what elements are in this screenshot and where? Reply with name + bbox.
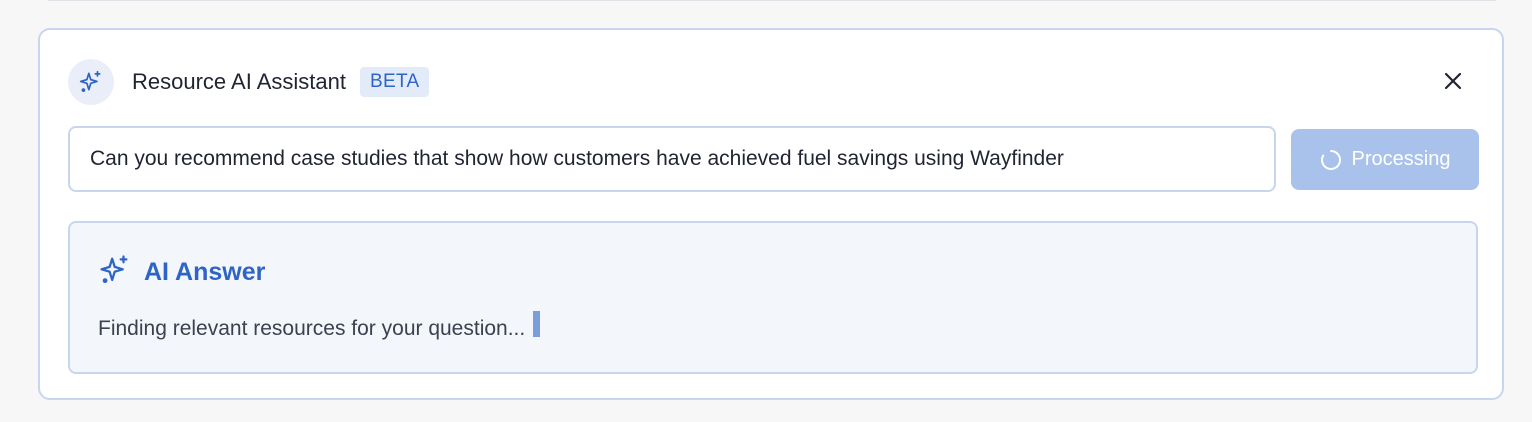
sparkle-icon xyxy=(68,59,114,105)
ai-answer-box: AI Answer Finding relevant resources for… xyxy=(68,221,1478,374)
spinner-icon xyxy=(1320,149,1341,170)
close-button[interactable] xyxy=(1440,68,1466,94)
answer-status-text: Finding relevant resources for your ques… xyxy=(98,317,526,340)
processing-button-label: Processing xyxy=(1351,148,1451,170)
query-input[interactable] xyxy=(68,126,1276,192)
processing-button[interactable]: Processing xyxy=(1291,129,1479,190)
sparkle-icon xyxy=(98,253,132,292)
answer-status: Finding relevant resources for your ques… xyxy=(98,311,541,341)
close-icon xyxy=(1444,72,1462,90)
top-divider xyxy=(48,0,1496,1)
answer-header: AI Answer xyxy=(98,253,265,292)
typing-cursor xyxy=(533,311,541,337)
answer-title: AI Answer xyxy=(144,258,266,286)
assistant-title: Resource AI Assistant xyxy=(132,69,346,94)
beta-badge: BETA xyxy=(360,67,430,97)
ai-assistant-panel: Resource AI Assistant BETA Processing AI… xyxy=(38,28,1504,400)
assistant-header: Resource AI Assistant BETA xyxy=(68,58,430,106)
